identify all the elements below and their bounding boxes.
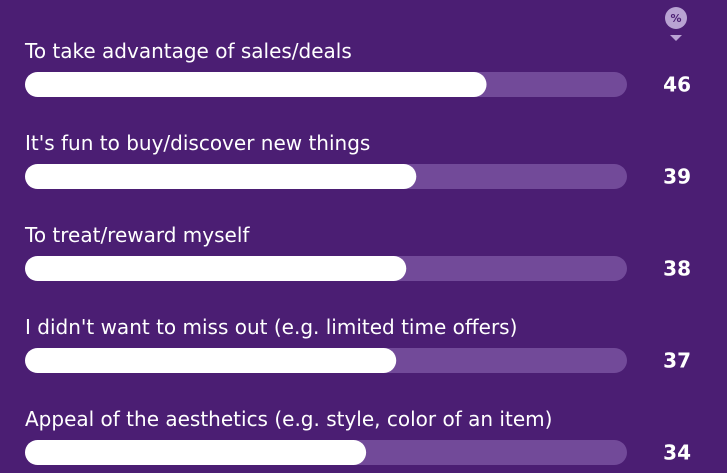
value-label: 38 xyxy=(663,257,691,281)
category-label: Appeal of the aesthetics (e.g. style, co… xyxy=(25,407,552,431)
category-label: I didn't want to miss out (e.g. limited … xyxy=(25,315,517,339)
bar-row: Appeal of the aesthetics (e.g. style, co… xyxy=(25,407,691,465)
bars-group: To take advantage of sales/deals 46 It's f… xyxy=(24,39,691,465)
bar xyxy=(25,440,367,465)
bar xyxy=(25,256,407,281)
percent-badge-pointer xyxy=(670,35,682,41)
category-label: To take advantage of sales/deals xyxy=(24,39,352,63)
chart: % To take advantage of sales/deals 46 It's… xyxy=(24,7,691,465)
bar xyxy=(25,72,487,97)
percent-badge-label: % xyxy=(670,12,681,25)
value-label: 34 xyxy=(663,441,691,465)
bar xyxy=(25,164,417,189)
percent-unit-badge: % xyxy=(665,7,687,41)
value-label: 46 xyxy=(663,73,691,97)
category-label: It's fun to buy/discover new things xyxy=(25,131,370,155)
bar-row: To take advantage of sales/deals 46 xyxy=(24,39,691,97)
category-label: To treat/reward myself xyxy=(24,223,250,247)
bar xyxy=(25,348,397,373)
value-label: 39 xyxy=(663,165,691,189)
bar-row: I didn't want to miss out (e.g. limited … xyxy=(25,315,691,373)
bar-row: To treat/reward myself 38 xyxy=(24,223,691,281)
value-label: 37 xyxy=(663,349,691,373)
bar-row: It's fun to buy/discover new things 39 xyxy=(25,131,691,189)
